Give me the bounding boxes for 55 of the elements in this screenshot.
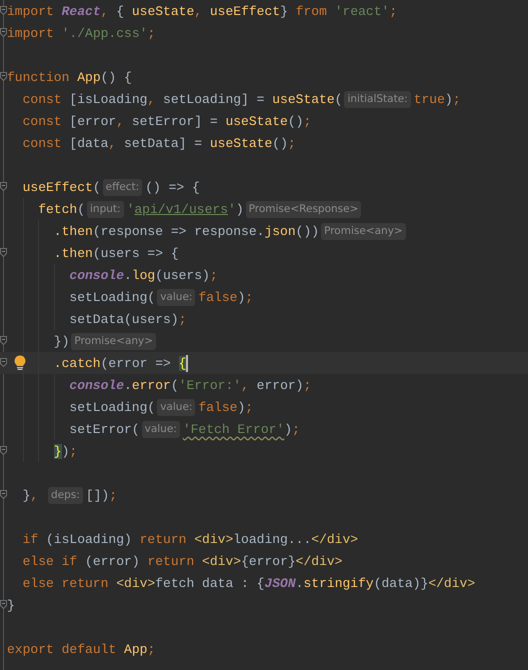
fold-icon[interactable] — [0, 600, 7, 609]
code-text: console.log(users); — [69, 268, 218, 282]
code-text: false); — [198, 400, 254, 414]
inlay-hint: value: — [157, 398, 196, 416]
fold-icon[interactable] — [0, 358, 7, 367]
code-text: setError( — [69, 422, 140, 436]
code-text: function App() { — [7, 70, 132, 84]
lightbulb-icon[interactable] — [14, 355, 26, 370]
fold-icon[interactable] — [0, 490, 7, 499]
inlay-hint: Promise<Response> — [246, 200, 362, 218]
code-text: .then(users => { — [54, 246, 179, 260]
fold-icon[interactable] — [0, 72, 7, 81]
fold-icon[interactable] — [0, 446, 7, 455]
fold-icon[interactable] — [0, 182, 7, 191]
code-text: }, — [22, 488, 40, 502]
fold-icon[interactable] — [0, 28, 7, 37]
code-text: false); — [198, 290, 254, 304]
code-text: 'api/v1/users') — [126, 202, 244, 216]
code-text: import './App.css'; — [7, 26, 156, 40]
code-text: const [error, setError] = useState(); — [22, 114, 312, 128]
inlay-hint: deps: — [48, 486, 83, 504]
code-text: 'Fetch Error'); — [182, 422, 300, 436]
inlay-hint: initialState: — [344, 90, 411, 108]
code-text: if (isLoading) return <div>loading...</div> — [22, 532, 358, 546]
code-text: const [data, setData] = useState(); — [22, 136, 296, 150]
code-text: else if (error) return <div>{error}</div> — [22, 554, 342, 568]
inlay-hint: effect: — [102, 178, 142, 196]
code-text: true); — [414, 92, 461, 106]
brace-highlight: } — [54, 444, 62, 458]
code-text: setLoading( — [69, 400, 156, 414]
code-text: ); — [62, 444, 78, 458]
inlay-hint: Promise<any> — [71, 332, 156, 350]
inlay-hint: input: — [87, 200, 124, 218]
code-text: useEffect( — [22, 180, 101, 194]
code-text: import React, { useState, useEffect} from 'react'; — [7, 4, 398, 18]
code-text: const [isLoading, setLoading] = useState( — [22, 92, 342, 106]
code-text: .then(response => response.json()) — [54, 224, 320, 238]
inlay-hint: Promise<any> — [321, 222, 406, 240]
fold-icon[interactable] — [0, 336, 7, 345]
code-text: } — [7, 598, 15, 612]
inlay-hint: value: — [157, 288, 196, 306]
code-text: setLoading( — [69, 290, 156, 304]
code-text: setData(users); — [69, 312, 186, 326]
fold-icon[interactable] — [0, 248, 7, 257]
code-text: fetch( — [38, 202, 86, 216]
fold-icon[interactable] — [0, 6, 7, 15]
code-text: () => { — [145, 180, 200, 194]
inlay-hint: value: — [142, 420, 180, 438]
code-text: []); — [86, 488, 118, 502]
code-text: else return <div>fetch data : {JSON.stringify(data)}</div> — [22, 576, 476, 590]
code-text: console.error('Error:', error); — [69, 378, 312, 392]
code-text: .catch(error => — [54, 356, 172, 370]
code-text: export default App; — [7, 642, 156, 656]
brace-highlight: { — [178, 356, 186, 370]
code-text: }) — [54, 334, 70, 348]
